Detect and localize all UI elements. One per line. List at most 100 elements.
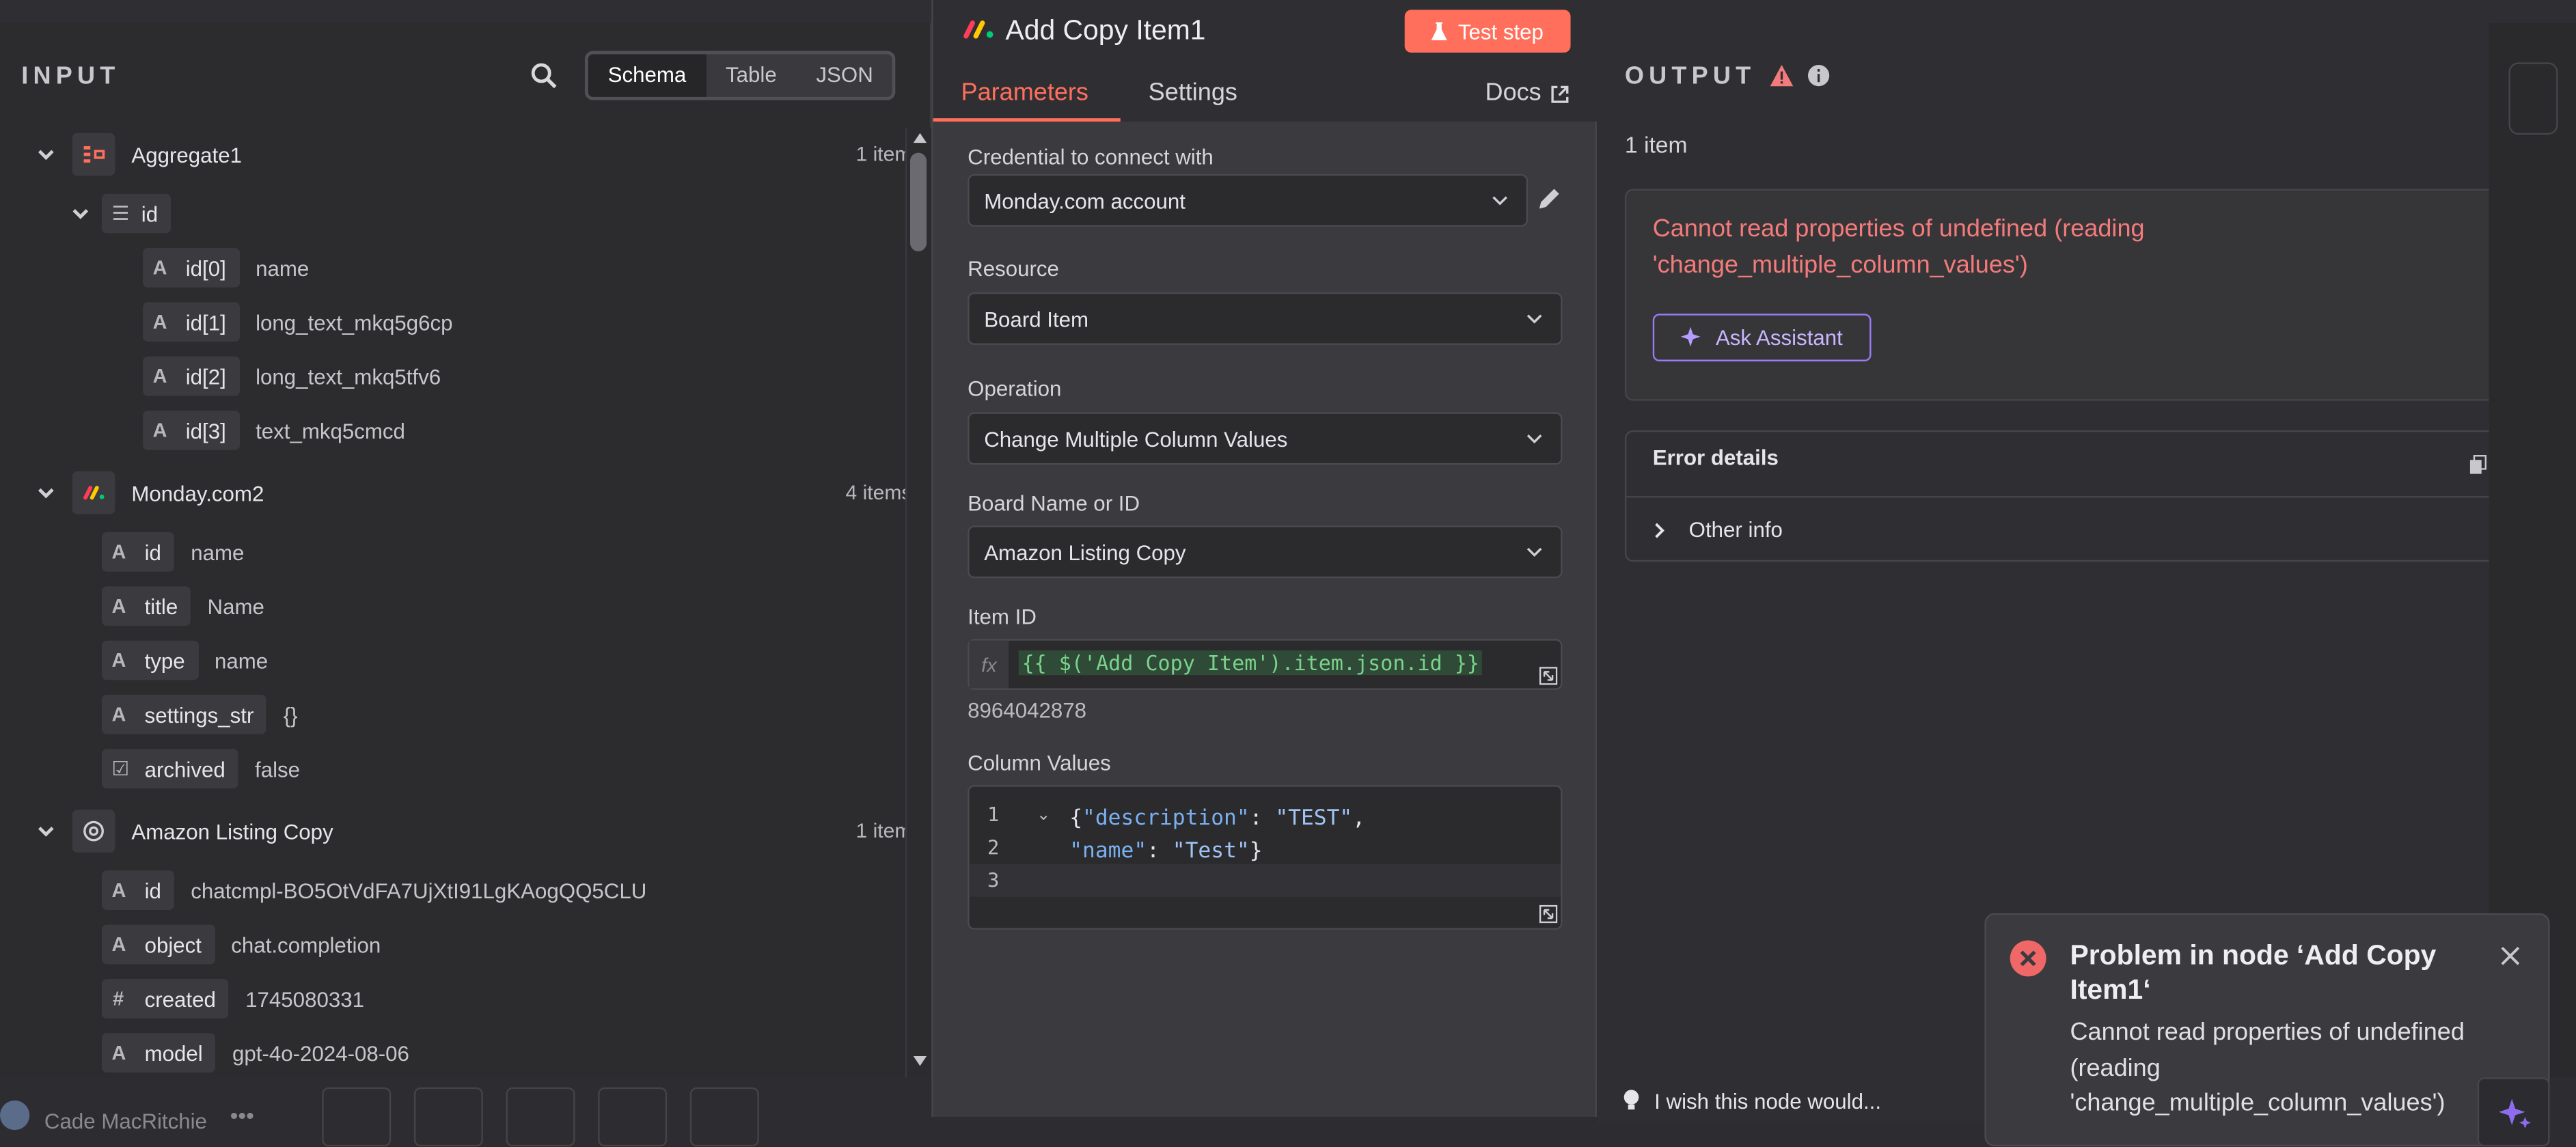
schema-field[interactable]: Aid[2] long_text_mkq5tfv6 <box>143 352 441 401</box>
test-step-button[interactable]: Test step <box>1404 10 1571 53</box>
schema-field[interactable]: Aid chatcmpl-BO5OtVdFA7UjXtI91LgKAogQQ5CL… <box>102 866 646 915</box>
copy-icon[interactable] <box>2469 455 2487 475</box>
other-info-toggle[interactable]: Other info <box>1653 517 1783 542</box>
field-chip[interactable]: Atype <box>102 640 198 680</box>
tab-settings[interactable]: Settings <box>1149 79 1237 107</box>
chevron-down-icon <box>1526 434 1542 444</box>
schema-field[interactable]: # created 1745080331 <box>102 974 364 1023</box>
input-scrollbar[interactable] <box>905 128 932 1078</box>
line-number: 2 <box>987 835 1000 859</box>
credential-select[interactable]: Monday.com account <box>968 174 1529 227</box>
field-value: name <box>191 539 245 564</box>
scroll-up-icon[interactable] <box>912 131 928 144</box>
fold-icon[interactable]: ⌄ <box>1037 807 1050 825</box>
schema-field[interactable]: Asettings_str {} <box>102 690 298 739</box>
schema-field[interactable]: Aid name <box>102 527 244 577</box>
view-schema-button[interactable]: Schema <box>588 54 707 97</box>
search-icon[interactable] <box>531 62 557 89</box>
chevron-down-icon[interactable] <box>34 481 57 504</box>
schema-node-aggregate1[interactable]: Aggregate1 1 item <box>34 130 931 179</box>
field-chip[interactable]: Aid[3] <box>143 411 240 450</box>
board-select[interactable]: Amazon Listing Copy <box>968 525 1563 579</box>
expand-icon[interactable] <box>1539 904 1558 924</box>
field-value: 1745080331 <box>245 986 365 1011</box>
zoom-out-button[interactable] <box>506 1087 575 1147</box>
ask-assistant-button[interactable]: Ask Assistant <box>1652 314 1872 361</box>
field-value: chatcmpl-BO5OtVdFA7UjXtI91LgKAogQQ5CLU <box>191 878 647 903</box>
canvas-node <box>2508 62 2558 135</box>
view-toggle: Schema Table JSON <box>584 51 896 100</box>
schema-node-monday[interactable]: Monday.com2 4 items <box>34 468 931 517</box>
schema-group-id[interactable]: ☰ id <box>69 189 172 238</box>
close-icon[interactable] <box>2500 946 2520 966</box>
schema-field[interactable]: Atype name <box>102 635 268 685</box>
field-key: settings_str <box>144 702 254 727</box>
item-id-expression-input[interactable]: fx {{ $('Add Copy Item').item.json.id }} <box>968 639 1563 690</box>
error-toast: Problem in node ‘Add Copy Item1‘ Cannot … <box>1984 913 2550 1147</box>
field-chip[interactable]: Aid[0] <box>143 248 240 288</box>
field-key: object <box>144 932 202 957</box>
field-chip[interactable]: Atitle <box>102 586 191 626</box>
type-icon: A <box>111 703 126 726</box>
schema-field[interactable]: ☑ archived false <box>102 744 300 793</box>
field-chip[interactable]: Aid <box>102 532 175 572</box>
tidy-button[interactable] <box>689 1087 759 1147</box>
field-chip[interactable]: Aid[1] <box>143 302 240 342</box>
monday-logo-icon <box>963 20 994 39</box>
field-key: title <box>144 594 178 619</box>
field-value: Name <box>207 594 264 619</box>
view-table-button[interactable]: Table <box>706 54 796 97</box>
chevron-down-icon[interactable] <box>34 143 57 166</box>
ai-assistant-button[interactable] <box>2477 1077 2550 1147</box>
info-icon[interactable] <box>1807 64 1831 87</box>
field-chip[interactable]: ☑ archived <box>102 749 238 789</box>
column-values-editor[interactable]: 1 2 3 ⌄ {"description": "TEST", "name": … <box>968 785 1563 930</box>
chevron-down-icon <box>1526 547 1542 557</box>
resource-select[interactable]: Board Item <box>968 292 1563 345</box>
node-title[interactable]: Add Copy Item1 <box>1005 15 1205 48</box>
operation-select[interactable]: Change Multiple Column Values <box>968 412 1563 465</box>
view-json-button[interactable]: JSON <box>797 54 893 97</box>
resource-label: Resource <box>968 256 1059 281</box>
ask-assistant-label: Ask Assistant <box>1715 325 1843 350</box>
schema-field[interactable]: Aid[1] long_text_mkq5g6cp <box>143 297 453 346</box>
avatar[interactable] <box>0 1100 30 1131</box>
toast-message: Cannot read properties of undefined (rea… <box>2070 1018 2465 1117</box>
line-number: 3 <box>987 868 1000 892</box>
field-chip[interactable]: Aid <box>102 870 175 911</box>
schema-field[interactable]: Amodel gpt-4o-2024-08-06 <box>102 1028 409 1077</box>
zoom-in-button[interactable] <box>413 1087 483 1147</box>
field-value: {} <box>283 702 298 727</box>
chevron-down-icon[interactable] <box>34 820 57 843</box>
field-value: long_text_mkq5g6cp <box>256 309 453 335</box>
reset-zoom-button[interactable] <box>598 1087 668 1147</box>
schema-field[interactable]: Aid[0] name <box>143 243 309 292</box>
feedback-bar[interactable]: I wish this node would... <box>1597 1077 1985 1124</box>
more-icon[interactable]: ••• <box>230 1102 254 1128</box>
output-item-count: 1 item <box>1624 131 1688 158</box>
tab-parameters[interactable]: Parameters <box>961 79 1088 107</box>
operation-label: Operation <box>968 376 1062 401</box>
flask-icon <box>1431 22 1448 40</box>
schema-node-amazon[interactable]: Amazon Listing Copy 1 item <box>34 807 931 856</box>
type-icon: A <box>111 879 126 902</box>
scroll-down-icon[interactable] <box>912 1055 928 1068</box>
schema-field[interactable]: Aid[3] text_mkq5cmcd <box>143 406 405 455</box>
field-chip[interactable]: Amodel <box>102 1033 216 1073</box>
field-chip[interactable]: Aobject <box>102 924 215 965</box>
scroll-thumb[interactable] <box>910 152 927 251</box>
schema-field[interactable]: Aobject chat.completion <box>102 920 381 969</box>
expand-icon[interactable] <box>1539 667 1558 685</box>
field-chip[interactable]: Aid[2] <box>143 356 240 396</box>
sparkle-icon <box>2499 1098 2531 1129</box>
field-chip[interactable]: # created <box>102 978 230 1019</box>
other-info-label: Other info <box>1688 517 1783 542</box>
schema-field[interactable]: Atitle Name <box>102 581 264 631</box>
pencil-icon[interactable] <box>1536 186 1562 212</box>
fit-view-button[interactable] <box>322 1087 392 1147</box>
toast-title: Problem in node ‘Add Copy Item1‘ <box>2070 939 2437 1006</box>
chevron-down-icon[interactable] <box>69 202 92 225</box>
docs-link[interactable]: Docs <box>1485 79 1542 107</box>
field-chip[interactable]: Asettings_str <box>102 695 267 734</box>
field-key: id[3] <box>185 417 226 443</box>
